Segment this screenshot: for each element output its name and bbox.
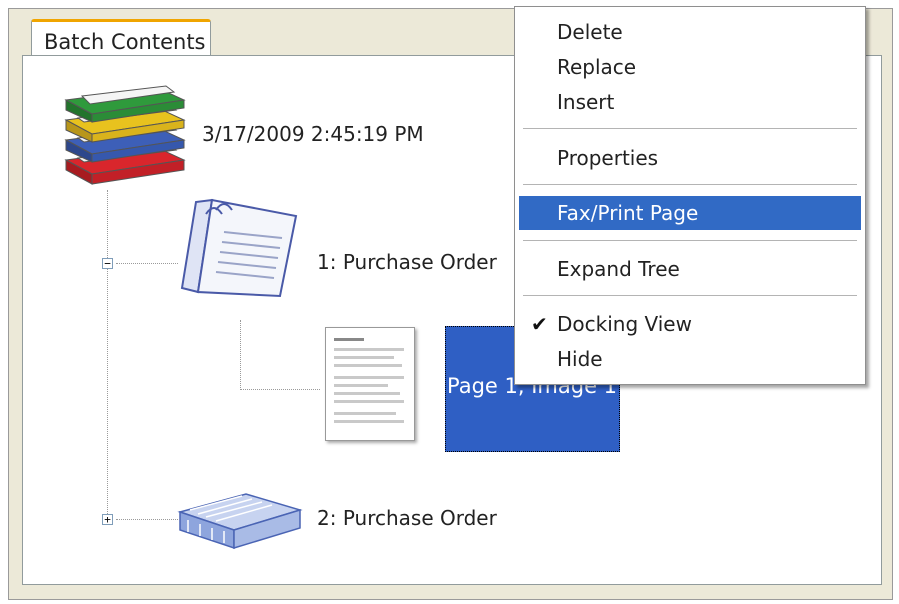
tree-line <box>116 519 178 520</box>
menu-item-label: Docking View <box>557 312 692 336</box>
menu-separator <box>523 240 857 241</box>
expand-toggle[interactable]: + <box>102 514 113 525</box>
open-folder-icon <box>180 198 298 298</box>
menu-item-replace[interactable]: Replace <box>519 50 861 84</box>
menu-separator <box>523 128 857 129</box>
tree-line <box>240 389 320 390</box>
page-thumbnail[interactable] <box>325 327 415 441</box>
tree-line <box>107 190 108 520</box>
menu-item-fax-print-page[interactable]: Fax/Print Page <box>519 196 861 230</box>
batch-trays-icon <box>64 85 186 185</box>
tree-node-purchase-order-1[interactable]: 1: Purchase Order <box>317 250 497 274</box>
menu-item-delete[interactable]: Delete <box>519 15 861 49</box>
collapse-toggle[interactable]: − <box>102 258 113 269</box>
menu-item-hide[interactable]: Hide <box>519 342 861 376</box>
closed-folder-icon <box>177 493 303 550</box>
tree-node-purchase-order-2[interactable]: 2: Purchase Order <box>317 506 497 530</box>
checkmark-icon: ✔ <box>531 312 548 336</box>
menu-item-properties[interactable]: Properties <box>519 141 861 175</box>
tree-line <box>240 320 241 390</box>
menu-separator <box>523 295 857 296</box>
menu-item-docking-view[interactable]: ✔ Docking View <box>519 307 861 341</box>
menu-item-insert[interactable]: Insert <box>519 85 861 119</box>
menu-separator <box>523 184 857 185</box>
menu-item-expand-tree[interactable]: Expand Tree <box>519 252 861 286</box>
batch-timestamp[interactable]: 3/17/2009 2:45:19 PM <box>202 122 424 146</box>
tree-line <box>116 263 178 264</box>
context-menu: Delete Replace Insert Properties Fax/Pri… <box>514 6 866 385</box>
